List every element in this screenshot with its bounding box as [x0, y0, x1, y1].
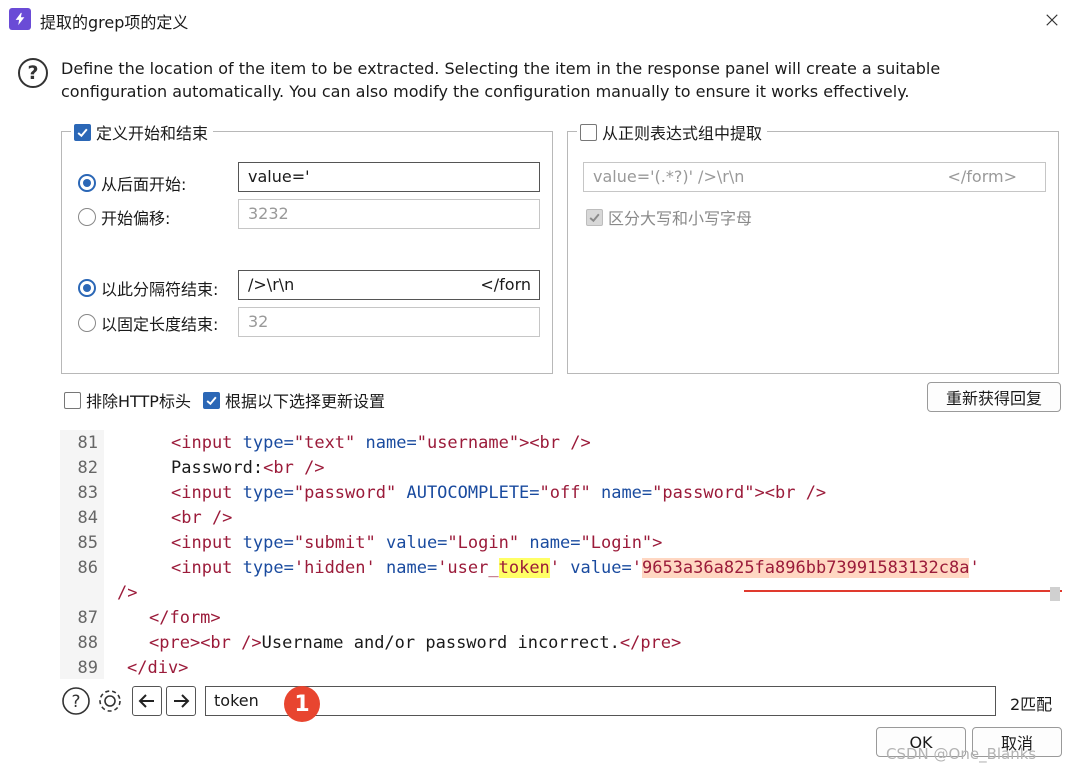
- line-number: 85: [77, 533, 98, 553]
- start-after-option[interactable]: 从后面开始:: [78, 171, 186, 195]
- previous-match-button[interactable]: [132, 686, 162, 716]
- line-number: 83: [77, 483, 98, 503]
- start-offset-label: 开始偏移:: [101, 209, 171, 228]
- start-after-input[interactable]: value=': [238, 162, 540, 192]
- scrollbar-thumb[interactable]: [1050, 587, 1060, 601]
- code-line: <br />: [171, 508, 233, 528]
- define-start-end-checkbox[interactable]: [74, 123, 91, 141]
- line-number: 81: [77, 433, 98, 453]
- end-delimiter-label: 以此分隔符结束:: [101, 280, 219, 299]
- code-line: <input type="password" AUTOCOMPLETE="off…: [171, 483, 827, 503]
- window-title: 提取的grep项的定义: [40, 13, 189, 32]
- update-config-checkbox[interactable]: [203, 391, 220, 409]
- start-after-radio[interactable]: [78, 174, 96, 192]
- line-number: 82: [77, 458, 98, 478]
- help-icon[interactable]: ?: [18, 58, 48, 88]
- update-config-label: 根据以下选择更新设置: [225, 392, 386, 411]
- bolt-icon: [9, 8, 31, 30]
- next-match-button[interactable]: [166, 686, 196, 716]
- regex-legend[interactable]: 从正则表达式组中提取: [577, 121, 768, 143]
- selected-token-value: 9653a36a825fa896bb73991583132c8a: [641, 558, 970, 578]
- description-text: Define the location of the item to be ex…: [61, 59, 941, 101]
- end-delimiter-radio[interactable]: [78, 279, 96, 297]
- match-count: 2匹配: [1010, 695, 1053, 714]
- end-delimiter-input[interactable]: />\r\n </forn: [238, 270, 540, 300]
- start-after-label: 从后面开始:: [101, 175, 187, 194]
- refetch-response-button[interactable]: 重新获得回复: [927, 382, 1061, 412]
- update-config-option[interactable]: 根据以下选择更新设置: [203, 388, 385, 412]
- exclude-http-headers-label: 排除HTTP标头: [86, 392, 191, 411]
- code-line: <pre><br />Username and/or password inco…: [149, 633, 682, 653]
- response-code-panel[interactable]: 81 <input type="text" name="username"><b…: [60, 430, 1062, 679]
- regex-group-checkbox[interactable]: [580, 123, 597, 141]
- line-number: 87: [77, 608, 98, 628]
- line-number: 86: [77, 558, 98, 578]
- end-delimiter-option[interactable]: 以此分隔符结束:: [78, 276, 218, 300]
- code-line: </div>: [127, 658, 189, 678]
- arrow-left-icon: [138, 694, 154, 708]
- help-icon[interactable]: ?: [61, 686, 91, 716]
- regex-input[interactable]: value='(.*?)' />\r\n </form>: [583, 162, 1046, 192]
- line-number: 84: [77, 508, 98, 528]
- search-input[interactable]: token: [205, 686, 996, 716]
- end-fixed-length-radio[interactable]: [78, 314, 96, 332]
- arrow-right-icon: [174, 694, 190, 708]
- end-fixed-length-input[interactable]: 32: [238, 307, 540, 337]
- code-line-wrap: />: [117, 583, 138, 603]
- code-line: <input type="text" name="username"><br /…: [171, 433, 591, 453]
- search-match-highlight: token: [498, 558, 550, 578]
- regex-group-label: 从正则表达式组中提取: [602, 124, 763, 143]
- svg-text:?: ?: [71, 692, 80, 712]
- code-line: <input type="submit" value="Login" name=…: [171, 533, 663, 553]
- start-offset-input[interactable]: 3232: [238, 199, 540, 229]
- title-bar: 提取的grep项的定义: [0, 0, 1075, 40]
- close-button[interactable]: [1038, 6, 1066, 34]
- code-line: <input type='hidden' name='user_token' v…: [171, 558, 980, 578]
- line-number: 88: [77, 633, 98, 653]
- gear-icon[interactable]: [95, 686, 125, 716]
- case-sensitive-label: 区分大写和小写字母: [608, 209, 753, 228]
- annotation-badge: 1: [284, 686, 320, 722]
- line-number: 89: [77, 658, 98, 678]
- exclude-http-headers-checkbox[interactable]: [64, 391, 81, 409]
- case-sensitive-option[interactable]: 区分大写和小写字母: [586, 205, 752, 229]
- define-start-end-label: 定义开始和结束: [96, 124, 209, 143]
- end-fixed-length-label: 以固定长度结束:: [101, 315, 219, 334]
- end-fixed-length-option[interactable]: 以固定长度结束:: [78, 311, 218, 335]
- code-line: Password:<br />: [171, 458, 325, 478]
- exclude-http-headers-option[interactable]: 排除HTTP标头: [64, 388, 191, 412]
- case-sensitive-checkbox[interactable]: [586, 208, 603, 226]
- close-icon: [1046, 14, 1058, 26]
- watermark: CSDN @One_Blanks: [886, 745, 1037, 763]
- code-line: </form>: [149, 608, 221, 628]
- start-offset-option[interactable]: 开始偏移:: [78, 205, 170, 229]
- start-offset-radio[interactable]: [78, 208, 96, 226]
- annotation-underline: [744, 590, 1062, 592]
- start-end-legend[interactable]: 定义开始和结束: [71, 121, 214, 143]
